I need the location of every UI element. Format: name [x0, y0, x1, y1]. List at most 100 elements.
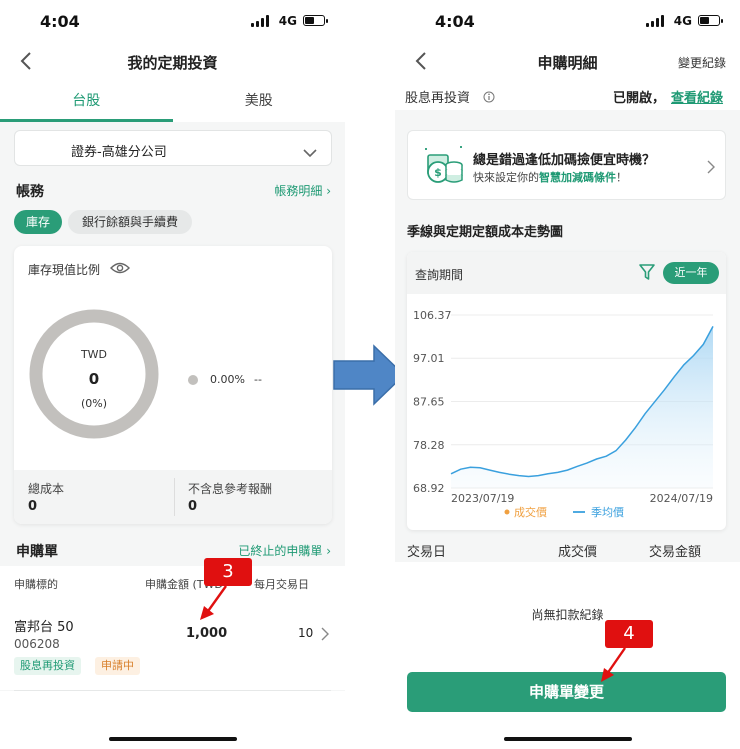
annotation-step-3: 3	[204, 558, 252, 586]
chip-inventory[interactable]: 庫存	[14, 210, 62, 234]
change-history-link[interactable]: 變更紀錄	[678, 54, 726, 71]
promo-subtitle-suffix: ！	[616, 171, 627, 184]
chart-section-title: 季線與定期定額成本走勢圖	[407, 225, 564, 240]
price-trend-chart: 106.37 97.01 87.65 78.28 68.92 2023/07/19 2024…	[413, 309, 714, 519]
market-tabs: 台股 美股	[0, 84, 345, 122]
x-tick-label: 2023/07/19	[451, 492, 514, 505]
period-chip-1y[interactable]: 近一年	[663, 262, 719, 284]
info-icon[interactable]	[483, 88, 495, 107]
orders-table-header: 申購標的 申購金額 (TWD) 每月交易日	[0, 566, 345, 598]
svg-text:$: $	[434, 166, 442, 179]
order-amount: 1,000	[186, 626, 228, 641]
total-cost-label: 總成本	[28, 482, 65, 496]
empty-records-text: 尚無扣款紀錄	[531, 608, 604, 622]
tab-us[interactable]: 美股	[173, 84, 346, 122]
col-trade-date: 交易日	[407, 545, 447, 560]
chart-query-bar: 查詢期間 近一年	[407, 252, 726, 294]
network-label: 4G	[673, 14, 692, 28]
phone-right: 4:04 4G 申購明細 變更紀錄 股息再投資 已開啟， 查看紀錄 $ 總是錯過…	[395, 0, 740, 749]
dividend-label: 股息再投資	[405, 91, 471, 106]
battery-icon	[698, 15, 723, 26]
annotation-arrow-icon	[200, 585, 227, 620]
signal-icon	[251, 15, 269, 27]
holdings-card: 庫存現值比例 TWD 0 (0%) 0.00% -- 總成本 0 不含息參考報酬…	[14, 246, 332, 524]
legend-percent: 0.00%	[210, 373, 245, 386]
terminated-orders-link[interactable]: 已終止的申購單 ›	[238, 542, 331, 559]
chart-card: 查詢期間 近一年 106.37 97.01 87.65 78.28 68.92 2023/…	[407, 252, 726, 530]
legend-name: --	[254, 373, 262, 386]
account-detail-label: 帳務明細	[274, 184, 323, 198]
legend-marker-price	[504, 509, 510, 515]
status-time: 4:04	[435, 12, 475, 31]
broker-label: 證券-高雄分公司	[71, 145, 167, 160]
broker-select[interactable]: 證券-高雄分公司	[14, 130, 332, 166]
col-trade-price: 成交價	[558, 545, 598, 560]
smart-condition-link[interactable]: 智慧加減碼條件	[539, 171, 616, 184]
status-bar: 4:04 4G	[395, 0, 740, 40]
col-target: 申購標的	[14, 578, 58, 591]
terminated-orders-label: 已終止的申購單	[238, 544, 323, 558]
home-indicator	[503, 737, 632, 741]
chevron-right-icon	[320, 626, 329, 645]
donut-value: 0	[88, 370, 100, 388]
return-label: 不含息參考報酬	[188, 482, 273, 496]
series-area	[451, 326, 713, 488]
legend-label-quarter-avg: 季均價	[591, 505, 624, 519]
dividend-row: 股息再投資 已開啟， 查看紀錄	[395, 84, 740, 110]
promo-title: 總是錯過逢低加碼撿便宜時機？	[473, 153, 656, 168]
y-tick-label: 68.92	[413, 482, 445, 495]
change-order-button[interactable]: 申購單變更	[407, 672, 726, 712]
signal-icon	[646, 15, 664, 27]
status-time: 4:04	[40, 12, 80, 31]
y-tick-label: 78.28	[413, 439, 445, 452]
order-day: 10	[298, 626, 314, 640]
chip-bank-balance[interactable]: 銀行餘額與手續費	[68, 210, 192, 234]
x-tick-label: 2024/07/19	[650, 492, 713, 505]
dividend-status: 已開啟，	[613, 91, 666, 106]
legend-dot	[188, 375, 198, 385]
promo-card[interactable]: $ 總是錯過逢低加碼撿便宜時機？ 快來設定你的智慧加減碼條件！	[407, 130, 726, 200]
screenshot-stage: 4:04 4G 我的定期投資 台股 美股 證券-高雄分公司 帳務 帳務明細 ›	[0, 0, 740, 749]
phone-left: 4:04 4G 我的定期投資 台股 美股 證券-高雄分公司 帳務 帳務明細 ›	[0, 0, 345, 749]
tag-dividend-reinvest: 股息再投資	[14, 657, 81, 675]
legend-label-price: 成交價	[514, 505, 547, 519]
total-cost-value: 0	[28, 499, 38, 514]
annotation-arrow-icon	[601, 647, 626, 682]
filter-icon[interactable]	[638, 263, 656, 285]
order-code: 006208	[14, 637, 60, 651]
promo-subtitle-prefix: 快來設定你的	[473, 171, 539, 184]
return-value: 0	[188, 499, 198, 514]
chevron-right-icon: ›	[326, 184, 331, 198]
summary-row: 總成本 0 不含息參考報酬 0	[14, 470, 332, 524]
y-tick-label: 97.01	[413, 352, 445, 365]
tag-pending: 申請中	[95, 657, 140, 675]
battery-icon	[303, 15, 328, 26]
order-row[interactable]: 富邦台 50 006208 1,000 10 股息再投資 申請中	[0, 598, 345, 690]
view-records-link[interactable]: 查看紀錄	[671, 87, 723, 106]
summary-divider	[174, 478, 175, 516]
tab-tw[interactable]: 台股	[0, 84, 173, 122]
col-day: 每月交易日	[254, 578, 309, 591]
money-coins-icon: $	[425, 146, 463, 183]
donut-currency: TWD	[80, 348, 108, 361]
records-table-header: 交易日 成交價 交易金額	[395, 533, 740, 561]
nav-bar: 我的定期投資	[0, 40, 345, 84]
order-name: 富邦台 50	[14, 620, 74, 635]
donut-percent: (0%)	[80, 397, 108, 410]
account-title: 帳務	[16, 184, 44, 200]
status-bar: 4:04 4G	[0, 0, 345, 40]
eye-icon[interactable]	[110, 260, 130, 279]
account-detail-link[interactable]: 帳務明細 ›	[274, 182, 331, 199]
query-period-label: 查詢期間	[415, 268, 464, 282]
chevron-right-icon: ›	[326, 544, 331, 558]
orders-title: 申購單	[16, 544, 58, 560]
y-tick-label: 87.65	[413, 395, 445, 408]
records-body: 尚無扣款紀錄	[395, 562, 740, 749]
y-tick-label: 106.37	[413, 309, 452, 322]
chevron-right-icon	[706, 159, 715, 178]
col-trade-amount: 交易金額	[649, 545, 702, 560]
home-indicator	[108, 737, 237, 741]
chevron-down-icon	[303, 143, 317, 158]
page-title: 我的定期投資	[127, 54, 218, 72]
nav-bar: 申購明細 變更紀錄	[395, 40, 740, 84]
